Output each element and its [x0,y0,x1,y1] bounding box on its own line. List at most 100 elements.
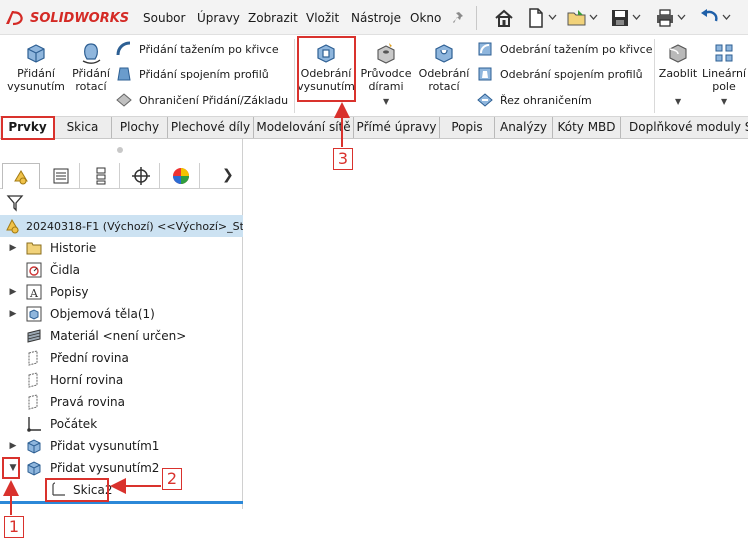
tree-item-popisy[interactable]: ▶ A Popisy [0,281,243,303]
tab-analyzy[interactable]: Analýzy [495,117,553,138]
print-icon[interactable] [654,7,676,29]
expand-arrow-icon[interactable]: ▶ [8,309,18,319]
tree-item-skica2[interactable]: Skica2 [0,479,243,501]
chevron-down-icon[interactable]: ▼ [675,97,681,106]
origin-icon [27,417,41,432]
tab-prime-upravy[interactable]: Přímé úpravy [354,117,440,138]
pin-icon[interactable] [452,9,468,25]
new-document-icon[interactable] [525,7,547,29]
ribbon-separator [654,39,655,113]
lofted-cut-button[interactable]: Odebrání spojením profilů [476,64,643,84]
chevron-down-icon[interactable] [722,14,731,21]
menu-nastroje[interactable]: Nástroje [351,11,401,25]
revolve-boss-button[interactable]: Přidání rotací [68,41,114,93]
panel-grip[interactable] [117,147,123,153]
tree-item-predni-rovina[interactable]: Přední rovina [0,347,243,369]
swept-cut-button[interactable]: Odebrání tažením po křivce [476,39,653,59]
expand-arrow-icon[interactable]: ▶ [8,243,18,253]
swept-boss-icon [116,41,131,56]
feature-manager-tabs: ❯ [0,163,243,189]
expand-arrow-icon[interactable]: ▶ [8,287,18,297]
hole-wizard-button[interactable]: Průvodce dírami [360,41,412,93]
swept-boss-button[interactable]: Přidání tažením po křivce [115,39,279,59]
callout-number-1: 1 [4,516,24,538]
tab-doplnkove-moduly[interactable]: Doplňkové moduly SO [621,117,748,138]
tab-plechove-dily[interactable]: Plechové díly [168,117,254,138]
menu-upravy[interactable]: Úpravy [197,11,240,25]
menu-okno[interactable]: Okno [410,11,441,25]
revolve-boss-icon [82,43,101,64]
tree-item-objemova-tela[interactable]: ▶ Objemová těla(1) [0,303,243,325]
configuration-manager-tab[interactable] [82,163,120,189]
chevron-down-icon[interactable] [632,14,641,21]
separator [476,6,477,30]
tree-item-label: Horní rovina [50,373,124,387]
tree-item-pridat-vysunutim2[interactable]: ▼ Přidat vysunutím2 [0,457,243,479]
property-manager-tab[interactable] [42,163,80,189]
svg-text:A: A [29,287,39,300]
tree-item-historie[interactable]: ▶ Historie [0,237,243,259]
chevron-down-icon[interactable] [548,14,557,21]
swept-cut-label: Odebrání tažením po křivce [500,42,653,56]
tree-item-label: Historie [50,241,97,255]
tree-item-prava-rovina[interactable]: Pravá rovina [0,391,243,413]
menu-zobrazit[interactable]: Zobrazit [248,11,298,25]
tree-item-material[interactable]: Materiál <není určen> [0,325,243,347]
hole-wizard-label: Průvodce dírami [360,67,412,93]
revolve-cut-button[interactable]: Odebrání rotací [416,41,472,93]
chevron-down-icon[interactable]: ▼ [721,97,727,106]
save-icon[interactable] [609,7,631,29]
tab-plochy[interactable]: Plochy [112,117,168,138]
tree-item-label: Objemová těla(1) [50,307,155,321]
tree-item-label: Přidat vysunutím2 [50,461,160,475]
extrude-boss-button[interactable]: Přidání vysunutím [4,41,68,93]
chevron-down-icon[interactable] [677,14,686,21]
crosshair-icon [131,167,150,185]
chevron-right-icon[interactable]: ❯ [222,167,234,183]
tab-koty-mbd[interactable]: Kóty MBD [553,117,621,138]
part-root-node[interactable]: 20240318-F1 (Výchozí) <<Výchozí>_Stav [0,215,243,237]
property-manager-icon [53,168,68,184]
boundary-boss-label: Ohraničení Přidání/Základu [139,93,289,107]
boundary-boss-button[interactable]: Ohraničení Přidání/Základu [115,90,288,110]
tab-modelovani-site[interactable]: Modelování sítě [254,117,354,138]
dimxpert-manager-tab[interactable] [122,163,160,189]
feature-tree-icon [14,169,28,184]
feature-tree-tab[interactable] [2,163,40,189]
extrude-boss-label: Přidání vysunutím [7,67,65,93]
fillet-icon [669,44,687,63]
fillet-button[interactable]: Zaoblit [657,41,699,80]
open-folder-icon[interactable] [566,7,588,29]
expand-arrow-icon[interactable]: ▶ [8,441,18,451]
boundary-boss-icon [116,93,132,107]
menu-vlozit[interactable]: Vložit [306,11,339,25]
extrude-boss-icon [27,44,45,63]
command-manager-ribbon: Přidání vysunutím Přidání rotací Přidání… [0,35,748,117]
tree-item-label: Pravá rovina [50,395,125,409]
tree-item-label: Popisy [50,285,89,299]
linear-pattern-button[interactable]: Lineární pole [700,41,748,93]
tab-skica[interactable]: Skica [54,117,112,138]
plane-icon [28,350,38,366]
undo-icon[interactable] [699,7,721,29]
tab-popis[interactable]: Popis [440,117,495,138]
solidworks-logo[interactable]: SOLIDWORKS [4,8,129,28]
chevron-down-icon[interactable] [589,14,598,21]
menu-soubor[interactable]: Soubor [143,11,185,25]
tree-item-label: Přední rovina [50,351,129,365]
revolve-cut-icon [435,44,453,63]
filter-icon[interactable] [6,194,24,212]
lofted-boss-label: Přidání spojením profilů [139,67,269,81]
tree-item-pocatek[interactable]: Počátek [0,413,243,435]
tree-item-pridat-vysunutim1[interactable]: ▶ Přidat vysunutím1 [0,435,243,457]
display-manager-tab[interactable] [162,163,200,189]
boundary-cut-button[interactable]: Řez ohraničením [476,90,592,110]
tree-item-horni-rovina[interactable]: Horní rovina [0,369,243,391]
rollback-bar[interactable] [0,501,243,504]
revolve-boss-label: Přidání rotací [72,67,110,93]
home-icon[interactable] [493,7,515,29]
lofted-boss-button[interactable]: Přidání spojením profilů [115,64,269,84]
chevron-down-icon[interactable]: ▼ [383,97,389,106]
tree-item-cidla[interactable]: Čidla [0,259,243,281]
highlight-collapse-arrow [2,457,20,479]
